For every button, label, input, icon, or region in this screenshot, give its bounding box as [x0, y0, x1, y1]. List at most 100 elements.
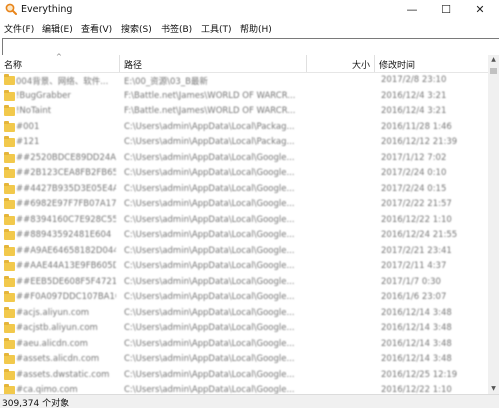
- row-path: C:\Users\admin\AppData\Local\Google...: [124, 230, 295, 240]
- window-title: Everything: [21, 4, 73, 15]
- table-row[interactable]: #assets.dwstatic.com C:\Users\admin\AppDa…: [0, 368, 488, 384]
- menu-edit[interactable]: 编辑(E): [42, 22, 73, 35]
- table-row[interactable]: #acjs.aliyun.com C:\Users\admin\AppData\L…: [0, 306, 488, 322]
- table-row[interactable]: !NoTaint F:\Battle.net\James\WORLD OF WAR…: [0, 104, 488, 120]
- folder-icon: [4, 384, 15, 394]
- folder-icon: [4, 136, 15, 147]
- scroll-up-icon[interactable]: ▲: [488, 55, 499, 65]
- folder-icon: [4, 353, 15, 364]
- table-row[interactable]: ##4427B935D3E05E4A C:\Users\admin\AppData…: [0, 182, 488, 198]
- row-date: 2017/2/21 23:41: [381, 245, 452, 256]
- folder-icon: [4, 213, 15, 225]
- row-path: E:\00_资源\03_B最新: [124, 77, 208, 87]
- close-button[interactable]: ✕: [464, 0, 496, 20]
- row-date: 2016/12/14 3:48: [381, 338, 452, 349]
- table-row[interactable]: ##8394160C7E928C55 C:\Users\admin\AppData…: [0, 213, 488, 229]
- row-name: #acjs.aliyun.com: [16, 307, 90, 318]
- row-date: 2016/12/22 1:10: [381, 214, 452, 225]
- row-path: C:\Users\admin\AppData\Local\Google...: [124, 307, 295, 318]
- row-name: ##F0A097DDC107BA10: [16, 292, 116, 302]
- scroll-thumb[interactable]: [490, 68, 497, 74]
- table-row[interactable]: ##2520BDCE89DD24A1 C:\Users\admin\AppData…: [0, 151, 488, 167]
- row-path: C:\Users\admin\AppData\Local\Google...: [124, 199, 295, 209]
- table-row[interactable]: #001 C:\Users\admin\AppData\Local\Packag.…: [0, 120, 488, 136]
- row-name: #acjstb.aliyun.com: [16, 323, 98, 333]
- row-name: ##2B123CEA8FB2FB65: [16, 168, 116, 178]
- row-name: ##EEB5DE608F5F4721: [16, 276, 116, 287]
- row-name: ##88943592481E604: [16, 230, 112, 240]
- row-name: 004背景、网络、软件...: [16, 77, 109, 87]
- table-row[interactable]: #assets.alicdn.com C:\Users\admin\AppData…: [0, 352, 488, 368]
- row-name: !BugGrabber: [16, 90, 71, 101]
- row-name: #121: [16, 137, 40, 147]
- table-row[interactable]: #aeu.alicdn.com C:\Users\admin\AppData\Lo…: [0, 337, 488, 353]
- table-row[interactable]: ##2B123CEA8FB2FB65 C:\Users\admin\AppData…: [0, 166, 488, 182]
- table-row[interactable]: !BugGrabber F:\Battle.net\James\WORLD OF …: [0, 89, 488, 105]
- folder-icon: [4, 337, 15, 349]
- row-name: #ca.qimo.com: [16, 385, 78, 394]
- row-path: C:\Users\admin\AppData\Local\Packag...: [124, 121, 295, 132]
- column-divider[interactable]: [119, 55, 120, 72]
- row-path: C:\Users\admin\AppData\Local\Packag...: [124, 137, 295, 147]
- row-path: C:\Users\admin\AppData\Local\Google...: [124, 276, 295, 287]
- table-row[interactable]: ##6982E97F7FB07A17 C:\Users\admin\AppData…: [0, 197, 488, 213]
- folder-icon: [4, 120, 15, 132]
- menu-search[interactable]: 搜索(S): [121, 22, 152, 35]
- folder-icon: [4, 275, 15, 287]
- column-size[interactable]: 大小: [352, 58, 370, 71]
- column-divider[interactable]: [306, 55, 307, 72]
- vertical-scrollbar[interactable]: ▲ ▼: [488, 55, 499, 394]
- folder-icon: [4, 260, 15, 271]
- column-path[interactable]: 路径: [124, 58, 142, 71]
- table-row[interactable]: ##F0A097DDC107BA10 C:\Users\admin\AppData…: [0, 290, 488, 306]
- menu-view[interactable]: 查看(V): [81, 22, 112, 35]
- column-divider[interactable]: [374, 55, 375, 72]
- row-path: C:\Users\admin\AppData\Local\Google...: [124, 245, 295, 256]
- folder-icon: [4, 167, 15, 178]
- row-name: #assets.dwstatic.com: [16, 369, 110, 380]
- menu-tools[interactable]: 工具(T): [201, 22, 232, 35]
- row-name: ##AAE44A13E9FB605D: [16, 261, 116, 271]
- menu-file[interactable]: 文件(F): [4, 22, 34, 35]
- row-date: 2016/1/6 23:07: [381, 292, 447, 302]
- folder-icon: [4, 198, 15, 209]
- row-date: 2017/1/7 0:30: [381, 276, 441, 287]
- row-path: C:\Users\admin\AppData\Local\Google...: [124, 261, 295, 271]
- row-date: 2016/11/28 1:46: [381, 121, 452, 132]
- table-row[interactable]: #acjstb.aliyun.com C:\Users\admin\AppData…: [0, 321, 488, 337]
- row-date: 2016/12/22 1:10: [381, 385, 452, 394]
- row-date: 2017/2/8 23:10: [381, 75, 447, 85]
- menu-help[interactable]: 帮助(H): [240, 22, 272, 35]
- row-date: 2017/1/12 7:02: [381, 152, 447, 163]
- column-name[interactable]: 名称: [4, 58, 22, 71]
- menu-bookmarks[interactable]: 书签(B): [161, 22, 192, 35]
- folder-icon: [4, 182, 15, 194]
- row-path: C:\Users\admin\AppData\Local\Google...: [124, 168, 295, 178]
- maximize-button[interactable]: ☐: [430, 0, 462, 20]
- table-row[interactable]: ##EEB5DE608F5F4721 C:\Users\admin\AppData…: [0, 275, 488, 291]
- table-row[interactable]: 004背景、网络、软件... E:\00_资源\03_B最新 2017/2/8 23…: [0, 73, 488, 89]
- table-row[interactable]: ##A9AE64658182D044 C:\Users\admin\AppData…: [0, 244, 488, 260]
- row-name: ##6982E97F7FB07A17: [16, 199, 116, 209]
- column-modified[interactable]: 修改时间: [379, 58, 415, 71]
- row-name: ##8394160C7E928C55: [16, 214, 116, 225]
- minimize-button[interactable]: —: [396, 0, 428, 20]
- row-path: C:\Users\admin\AppData\Local\Google...: [124, 292, 295, 302]
- folder-icon: [4, 74, 15, 85]
- folder-icon: [4, 306, 15, 318]
- row-path: C:\Users\admin\AppData\Local\Google...: [124, 385, 295, 394]
- row-date: 2016/12/14 3:48: [381, 323, 452, 333]
- table-row[interactable]: ##AAE44A13E9FB605D C:\Users\admin\AppData…: [0, 259, 488, 275]
- table-row[interactable]: #121 C:\Users\admin\AppData\Local\Packag.…: [0, 135, 488, 151]
- folder-icon: [4, 322, 15, 333]
- folder-icon: [4, 291, 15, 302]
- table-row[interactable]: #ca.qimo.com C:\Users\admin\AppData\Local…: [0, 383, 488, 394]
- row-path: F:\Battle.net\James\WORLD OF WARCR...: [124, 106, 296, 116]
- magnifier-icon: [5, 3, 17, 15]
- folder-icon: [4, 229, 15, 240]
- scroll-down-icon[interactable]: ▼: [488, 384, 499, 394]
- status-bar: 309,374 个对象: [0, 394, 499, 409]
- row-name: !NoTaint: [16, 106, 52, 116]
- table-row[interactable]: ##88943592481E604 C:\Users\admin\AppData\…: [0, 228, 488, 244]
- row-path: C:\Users\admin\AppData\Local\Google...: [124, 183, 295, 194]
